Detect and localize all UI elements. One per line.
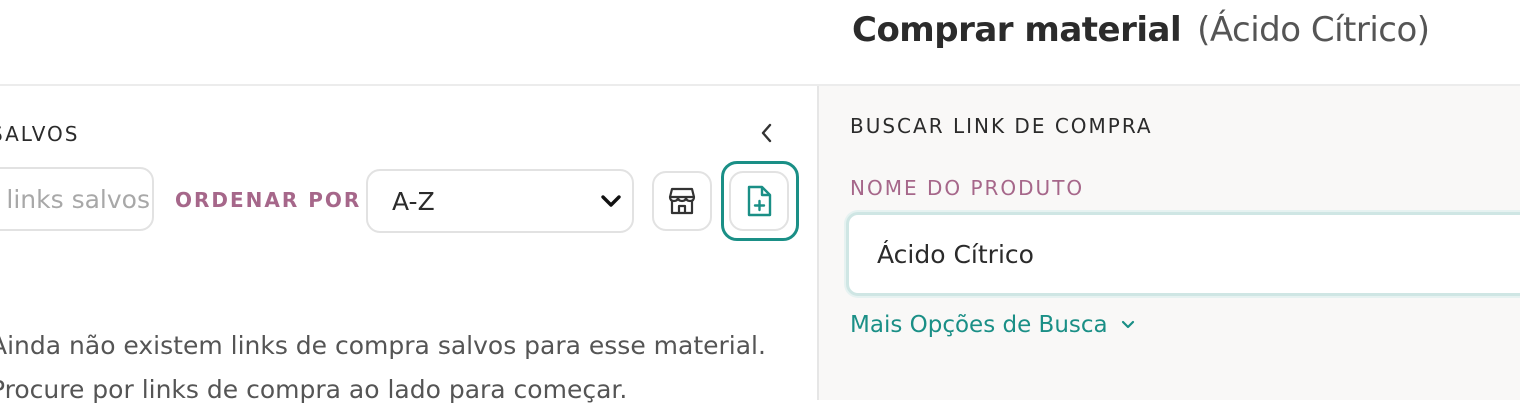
page-subtitle: (Ácido Cítrico) <box>1197 10 1430 50</box>
store-icon <box>668 187 696 215</box>
sort-label: ORDENAR POR <box>175 188 362 212</box>
product-name-field[interactable] <box>875 238 1520 270</box>
chevron-left-icon <box>761 123 772 143</box>
sort-select[interactable]: A-Z <box>366 169 634 233</box>
stores-button[interactable] <box>652 171 712 231</box>
sort-selected-value: A-Z <box>392 186 435 216</box>
page-header: Comprar material (Ácido Cítrico) <box>0 0 1520 86</box>
more-search-options-label: Mais Opções de Busca <box>850 312 1108 338</box>
collapse-panel-button[interactable] <box>752 118 782 148</box>
product-name-label: NOME DO PRODUTO <box>850 176 1085 200</box>
page-title: Comprar material <box>852 10 1182 50</box>
empty-state-message: Ainda não existem links de compra salvos… <box>0 331 766 404</box>
add-link-button[interactable] <box>729 171 789 231</box>
saved-search-input[interactable] <box>0 183 152 215</box>
saved-section-title: SALVOS <box>0 122 80 146</box>
file-plus-icon <box>747 185 772 217</box>
title-group: Comprar material (Ácido Cítrico) <box>852 10 1430 54</box>
search-section-title: BUSCAR LINK DE COMPRA <box>850 114 1153 138</box>
chevron-down-icon <box>601 195 621 207</box>
chevron-down-icon <box>1121 320 1134 329</box>
product-name-field-wrap <box>846 212 1520 296</box>
more-search-options-toggle[interactable]: Mais Opções de Busca <box>850 312 1136 338</box>
saved-search-input-wrap <box>0 167 154 231</box>
